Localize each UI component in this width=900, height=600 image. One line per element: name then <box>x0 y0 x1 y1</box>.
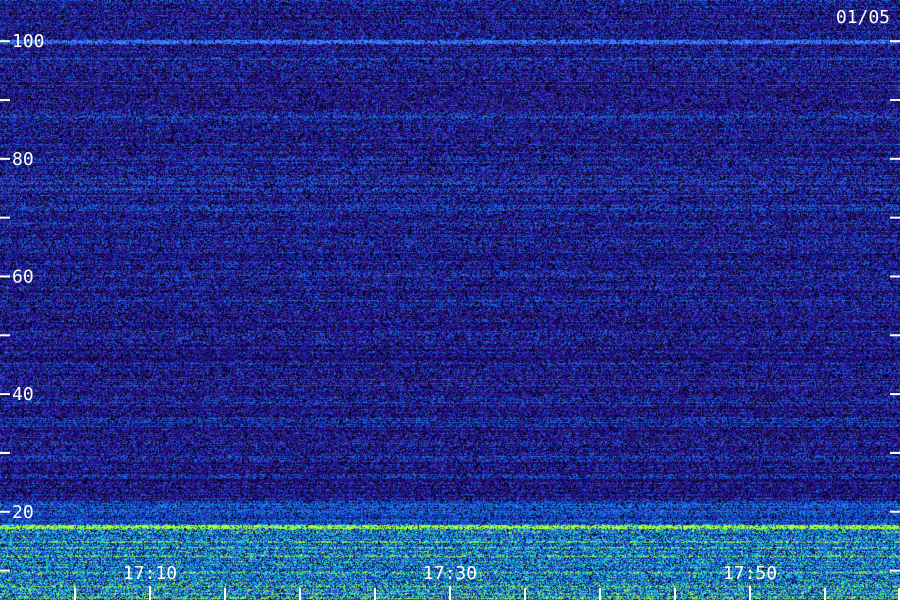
x-axis: 17:10 17:30 17:50 <box>74 563 900 600</box>
spectrogram-display: 100 80 60 40 20 17:10 17:30 17:50 01/05 <box>0 0 900 600</box>
y-tick-label: 20 <box>12 502 34 523</box>
y-tick-label: 60 <box>12 266 34 287</box>
spectrogram-axes: 100 80 60 40 20 17:10 17:30 17:50 01/05 <box>0 7 900 600</box>
y-tick-label: 100 <box>12 31 45 52</box>
date-label: 01/05 <box>836 7 890 28</box>
y-tick-label: 40 <box>12 384 34 405</box>
y-tick-label: 80 <box>12 149 34 170</box>
x-tick-label: 17:50 <box>723 563 777 584</box>
x-tick-label: 17:10 <box>123 563 177 584</box>
x-tick-label: 17:30 <box>423 563 477 584</box>
y-axis: 100 80 60 40 20 <box>0 31 900 572</box>
